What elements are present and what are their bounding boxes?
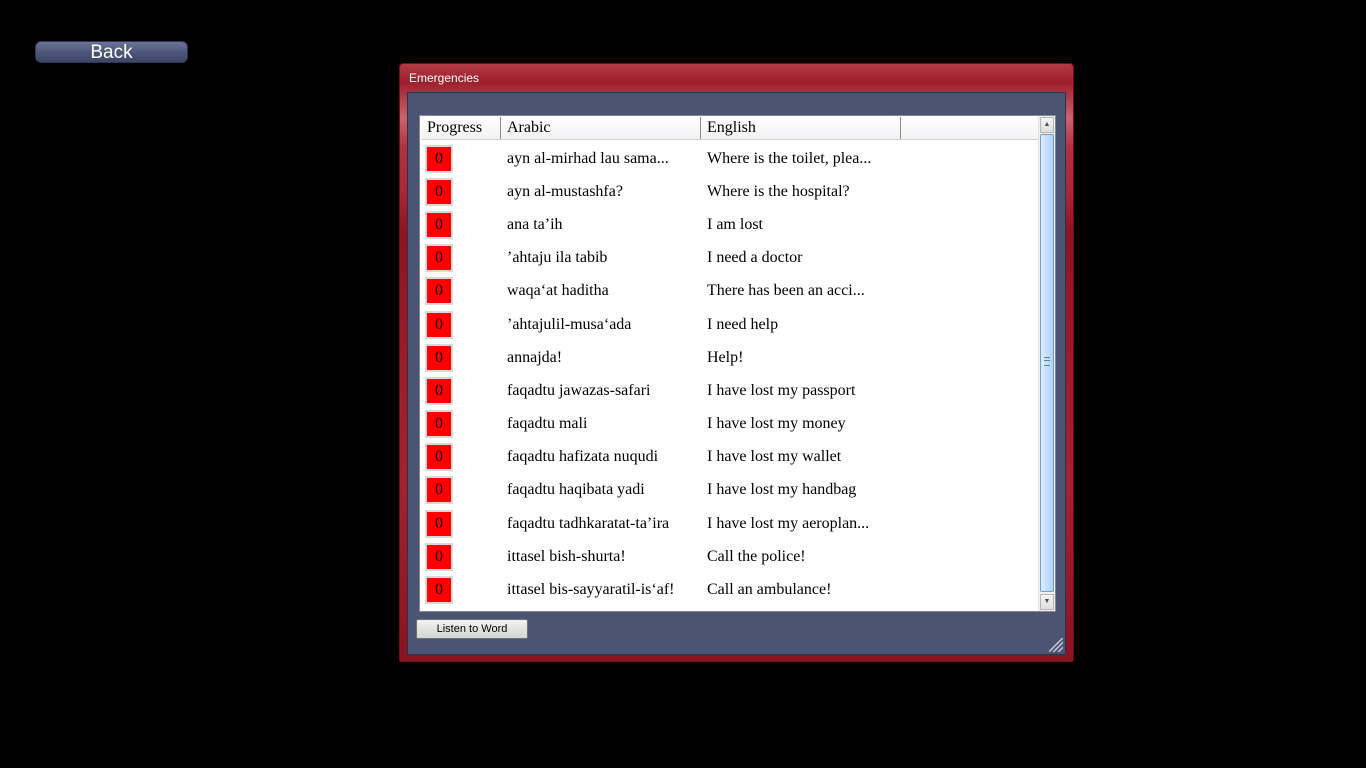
scroll-grip-icon <box>1044 357 1050 366</box>
progress-badge: 0 <box>425 144 453 173</box>
progress-cell: 0 <box>421 410 501 439</box>
arabic-cell: ’ahtaju ila tabib <box>507 249 608 267</box>
progress-cell: 0 <box>421 376 501 405</box>
english-cell: I have lost my wallet <box>707 448 842 466</box>
emergencies-window: Emergencies Progress Arabic English 0 ayn… <box>399 63 1074 662</box>
arabic-cell: faqadtu jawazas-safari <box>507 381 651 399</box>
progress-cell: 0 <box>421 509 501 538</box>
english-cell: Call the police! <box>707 547 806 565</box>
arabic-cell: faqadtu mali <box>507 415 588 433</box>
progress-cell: 0 <box>421 476 501 505</box>
english-cell: I have lost my aeroplan... <box>707 514 870 532</box>
english-cell: Help! <box>707 348 744 366</box>
arabic-cell: ittasel bis-sayyaratil-is‘af! <box>507 581 675 599</box>
list-item[interactable]: 0 faqadtu jawazas-safari I have lost my pa… <box>421 374 1039 407</box>
list-item[interactable]: 0 ’ahtajulil-musa‘ada I need help <box>421 308 1039 341</box>
list-rows: 0 ayn al-mirhad lau sama... Where is the t… <box>421 142 1039 607</box>
progress-cell: 0 <box>421 177 501 206</box>
progress-cell: 0 <box>421 144 501 173</box>
phrase-list[interactable]: Progress Arabic English 0 ayn al-mirhad l… <box>419 115 1056 612</box>
progress-cell: 0 <box>421 277 501 306</box>
progress-badge: 0 <box>425 210 453 239</box>
resize-grip-icon[interactable] <box>1049 638 1063 652</box>
progress-badge: 0 <box>425 576 453 605</box>
list-item[interactable]: 0 faqadtu mali I have lost my money <box>421 408 1039 441</box>
english-cell: Call an ambulance! <box>707 581 832 599</box>
progress-badge: 0 <box>425 476 453 505</box>
list-item[interactable]: 0 faqadtu hafizata nuqudi I have lost my w… <box>421 441 1039 474</box>
progress-cell: 0 <box>421 576 501 605</box>
progress-cell: 0 <box>421 244 501 273</box>
progress-badge: 0 <box>425 177 453 206</box>
english-cell: Where is the hospital? <box>707 182 850 200</box>
english-cell: I have lost my money <box>707 415 846 433</box>
window-client-area: Progress Arabic English 0 ayn al-mirhad l… <box>407 92 1066 655</box>
progress-cell: 0 <box>421 443 501 472</box>
progress-badge: 0 <box>425 277 453 306</box>
arabic-cell: faqadtu tadhkaratat-ta’ira <box>507 514 670 532</box>
progress-badge: 0 <box>425 410 453 439</box>
column-header-arabic[interactable]: Arabic <box>501 117 701 139</box>
scroll-up-arrow-icon[interactable]: ▲ <box>1040 117 1054 133</box>
scroll-down-arrow-icon[interactable]: ▼ <box>1040 594 1054 610</box>
english-cell: Where is the toilet, plea... <box>707 149 872 167</box>
progress-badge: 0 <box>425 310 453 339</box>
arabic-cell: faqadtu hafizata nuqudi <box>507 448 659 466</box>
list-item[interactable]: 0 ’ahtaju ila tabib I need a doctor <box>421 242 1039 275</box>
progress-badge: 0 <box>425 509 453 538</box>
list-item[interactable]: 0 ayn al-mustashfa? Where is the hospital? <box>421 175 1039 208</box>
english-cell: There has been an acci... <box>707 282 865 300</box>
list-item[interactable]: 0 waqa‘at haditha There has been an acci..… <box>421 275 1039 308</box>
window-title: Emergencies <box>409 71 480 85</box>
english-cell: I need a doctor <box>707 249 803 267</box>
progress-cell: 0 <box>421 210 501 239</box>
progress-cell: 0 <box>421 542 501 571</box>
progress-badge: 0 <box>425 244 453 273</box>
list-item[interactable]: 0 ana ta’ih I am lost <box>421 208 1039 241</box>
progress-cell: 0 <box>421 343 501 372</box>
progress-badge: 0 <box>425 542 453 571</box>
progress-cell: 0 <box>421 310 501 339</box>
column-header-progress[interactable]: Progress <box>421 117 501 139</box>
arabic-cell: ayn al-mirhad lau sama... <box>507 149 669 167</box>
list-item[interactable]: 0 annajda! Help! <box>421 341 1039 374</box>
column-header-english[interactable]: English <box>701 117 901 139</box>
list-item[interactable]: 0 ittasel bis-sayyaratil-is‘af! Call an am… <box>421 573 1039 606</box>
progress-badge: 0 <box>425 443 453 472</box>
arabic-cell: ana ta’ih <box>507 215 563 233</box>
list-item[interactable]: 0 ittasel bish-shurta! Call the police! <box>421 540 1039 573</box>
arabic-cell: ayn al-mustashfa? <box>507 182 623 200</box>
vertical-scrollbar[interactable]: ▲ ▼ <box>1038 116 1055 611</box>
arabic-cell: faqadtu haqibata yadi <box>507 481 645 499</box>
column-header-filler <box>901 117 1039 139</box>
scroll-thumb[interactable] <box>1040 134 1054 592</box>
back-button[interactable]: Back <box>35 41 188 63</box>
progress-badge: 0 <box>425 343 453 372</box>
list-item[interactable]: 0 ayn al-mirhad lau sama... Where is the t… <box>421 142 1039 175</box>
english-cell: I am lost <box>707 215 763 233</box>
english-cell: I need help <box>707 315 779 333</box>
listen-to-word-button[interactable]: Listen to Word <box>416 619 528 639</box>
list-header: Progress Arabic English <box>421 117 1039 140</box>
arabic-cell: annajda! <box>507 348 563 366</box>
list-item[interactable]: 0 faqadtu haqibata yadi I have lost my han… <box>421 474 1039 507</box>
english-cell: I have lost my passport <box>707 381 856 399</box>
list-item[interactable]: 0 faqadtu tadhkaratat-ta’ira I have lost m… <box>421 507 1039 540</box>
arabic-cell: ’ahtajulil-musa‘ada <box>507 315 632 333</box>
english-cell: I have lost my handbag <box>707 481 857 499</box>
progress-badge: 0 <box>425 376 453 405</box>
arabic-cell: ittasel bish-shurta! <box>507 547 626 565</box>
arabic-cell: waqa‘at haditha <box>507 282 609 300</box>
